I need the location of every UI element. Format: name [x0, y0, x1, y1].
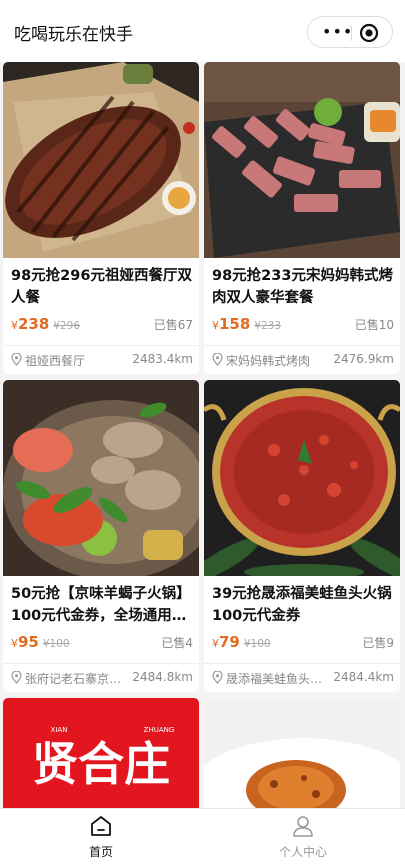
- shop-line: 张府记老石寨京… 2484.8km: [11, 668, 193, 688]
- sale-price: 158: [219, 315, 251, 333]
- shop-name: 祖娅西餐厅: [25, 354, 86, 368]
- tab-home-label: 首页: [88, 845, 113, 859]
- product-image-frog-fishhead-hotpot: [204, 380, 400, 576]
- price-line: ¥158 ¥233 已售10: [212, 314, 394, 334]
- card-divider: [3, 663, 199, 664]
- location-pin-icon: [11, 353, 22, 366]
- shop-line: 祖娅西餐厅 2483.4km: [11, 350, 193, 370]
- tab-home[interactable]: 首页: [0, 809, 202, 865]
- product-card[interactable]: 50元抢【京味羊蝎子火锅】100元代金券，全场通用… ¥95 ¥100 已售4 张…: [3, 380, 199, 692]
- shop-line: 宋妈妈韩式烤肉 2476.9km: [212, 350, 394, 370]
- price-line: ¥79 ¥100 已售9: [212, 632, 394, 652]
- product-card[interactable]: 贤合庄 XIAN ZHUANG: [3, 698, 199, 808]
- target-close-icon[interactable]: [359, 23, 379, 43]
- location-pin-icon: [212, 671, 223, 684]
- product-name: 98元抢233元宋妈妈韩式烤肉双人豪华套餐: [212, 268, 393, 306]
- currency-symbol: ¥: [212, 319, 219, 332]
- brand-logo-small-right: ZHUANG: [144, 726, 175, 734]
- price-line: ¥238 ¥296 已售67: [11, 314, 193, 334]
- original-price: ¥100: [243, 638, 271, 650]
- card-divider: [3, 345, 199, 346]
- currency-symbol: ¥: [11, 637, 18, 650]
- location-pin-icon: [11, 671, 22, 684]
- user-icon: [293, 816, 313, 837]
- sold-count: 已售9: [362, 636, 394, 650]
- currency-symbol: ¥: [212, 637, 219, 650]
- shop-line: 晟添福美蛙鱼头… 2484.4km: [212, 668, 394, 688]
- top-bar: 吃喝玩乐在快手 •••: [0, 0, 405, 62]
- product-card[interactable]: [204, 698, 400, 808]
- product-image-steak: [3, 62, 199, 258]
- bottom-tab-bar: 首页 个人中心: [0, 808, 405, 865]
- brand-logo-text: 贤合庄: [32, 737, 170, 791]
- card-divider: [204, 345, 400, 346]
- original-price: ¥296: [53, 320, 81, 332]
- product-card[interactable]: 39元抢晟添福美蛙鱼头火锅100元代金券 ¥79 ¥100 已售9 晟添福美蛙鱼头…: [204, 380, 400, 692]
- sale-price: 95: [18, 633, 39, 651]
- distance: 2483.4km: [132, 352, 193, 366]
- original-price: ¥233: [254, 320, 282, 332]
- product-image-lamb-hotpot: [3, 380, 199, 576]
- product-name: 39元抢晟添福美蛙鱼头火锅100元代金券: [212, 586, 392, 624]
- distance: 2484.8km: [132, 670, 193, 684]
- product-grid: 98元抢296元祖娅西餐厅双人餐 ¥238 ¥296 已售67 祖娅西餐厅 248…: [0, 60, 405, 808]
- mini-program-capsule: •••: [307, 16, 393, 48]
- product-name: 50元抢【京味羊蝎子火锅】100元代金券，全场通用…: [11, 586, 191, 624]
- home-icon: [91, 816, 111, 836]
- product-image-xianhezhuang-logo: 贤合庄 XIAN ZHUANG: [3, 698, 199, 808]
- currency-symbol: ¥: [11, 319, 18, 332]
- location-pin-icon: [212, 353, 223, 366]
- distance: 2484.4km: [333, 670, 394, 684]
- sold-count: 已售4: [161, 636, 193, 650]
- shop-name: 张府记老石寨京…: [25, 672, 122, 686]
- price-line: ¥95 ¥100 已售4: [11, 632, 193, 652]
- page-title: 吃喝玩乐在快手: [14, 25, 133, 45]
- product-name: 98元抢296元祖娅西餐厅双人餐: [11, 268, 192, 306]
- tab-profile[interactable]: 个人中心: [202, 809, 404, 865]
- sale-price: 238: [18, 315, 50, 333]
- product-card[interactable]: 98元抢233元宋妈妈韩式烤肉双人豪华套餐 ¥158 ¥233 已售10 宋妈妈韩…: [204, 62, 400, 374]
- tab-profile-label: 个人中心: [278, 845, 327, 859]
- product-image-korean-bbq: [204, 62, 400, 258]
- sold-count: 已售10: [354, 318, 394, 332]
- product-card[interactable]: 98元抢296元祖娅西餐厅双人餐 ¥238 ¥296 已售67 祖娅西餐厅 248…: [3, 62, 199, 374]
- sale-price: 79: [219, 633, 240, 651]
- shop-name: 宋妈妈韩式烤肉: [226, 354, 311, 368]
- capsule-divider: [351, 25, 352, 41]
- shop-name: 晟添福美蛙鱼头…: [226, 672, 323, 686]
- sold-count: 已售67: [153, 318, 193, 332]
- product-image-roast-meat: [204, 698, 400, 808]
- more-dots-icon[interactable]: •••: [322, 24, 353, 40]
- brand-logo-small-left: XIAN: [51, 726, 68, 734]
- original-price: ¥100: [42, 638, 70, 650]
- distance: 2476.9km: [333, 352, 394, 366]
- card-divider: [204, 663, 400, 664]
